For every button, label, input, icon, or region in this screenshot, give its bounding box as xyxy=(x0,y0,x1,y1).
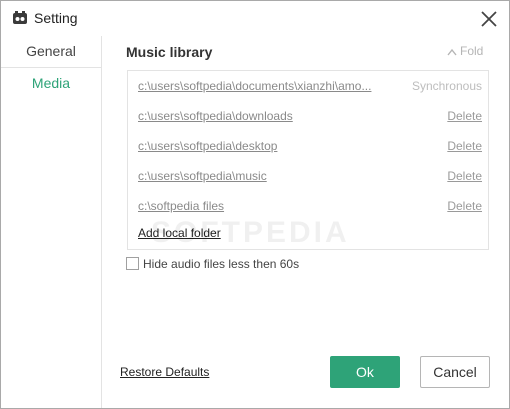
restore-defaults-button[interactable]: Restore Defaults xyxy=(120,365,209,379)
delete-button[interactable]: Delete xyxy=(447,131,482,161)
add-local-folder-button[interactable]: Add local folder xyxy=(138,226,221,240)
folder-path[interactable]: c:\users\softpedia\documents\xianzhi\amo… xyxy=(138,71,378,101)
list-item: c:\users\softpedia\documents\xianzhi\amo… xyxy=(128,71,488,101)
list-item: c:\users\softpedia\music Delete xyxy=(128,161,488,191)
ok-button[interactable]: Ok xyxy=(330,356,400,388)
section-title-music-library: Music library xyxy=(126,44,213,60)
title-bar: Setting xyxy=(1,1,509,35)
sidebar-item-media[interactable]: Media xyxy=(1,68,101,99)
list-item: c:\users\softpedia\desktop Delete xyxy=(128,131,488,161)
chevron-up-icon xyxy=(447,48,457,56)
list-item: c:\users\softpedia\downloads Delete xyxy=(128,101,488,131)
cancel-button[interactable]: Cancel xyxy=(420,356,490,388)
folder-path[interactable]: c:\users\softpedia\downloads xyxy=(138,101,378,131)
settings-sidebar: General Media xyxy=(1,36,102,408)
sync-status: Synchronous xyxy=(411,79,482,93)
hide-short-audio-label[interactable]: Hide audio files less then 60s xyxy=(143,256,299,272)
fold-button[interactable]: Fold xyxy=(447,44,483,58)
folder-path[interactable]: c:\users\softpedia\desktop xyxy=(138,131,378,161)
delete-button[interactable]: Delete xyxy=(447,161,482,191)
list-item: c:\softpedia files Delete xyxy=(128,191,488,221)
delete-button[interactable]: Delete xyxy=(447,191,482,221)
music-app-icon xyxy=(12,10,28,26)
window-title: Setting xyxy=(34,10,78,26)
folder-path[interactable]: c:\softpedia files xyxy=(138,191,378,221)
music-library-list: c:\users\softpedia\documents\xianzhi\amo… xyxy=(127,70,489,250)
folder-path[interactable]: c:\users\softpedia\music xyxy=(138,161,378,191)
close-icon[interactable] xyxy=(479,9,499,29)
sidebar-item-general[interactable]: General xyxy=(1,36,101,68)
settings-window: Setting General Media Music library Fold… xyxy=(0,0,510,409)
delete-button[interactable]: Delete xyxy=(447,101,482,131)
fold-label: Fold xyxy=(460,44,484,58)
hide-short-audio-checkbox[interactable] xyxy=(126,257,139,270)
